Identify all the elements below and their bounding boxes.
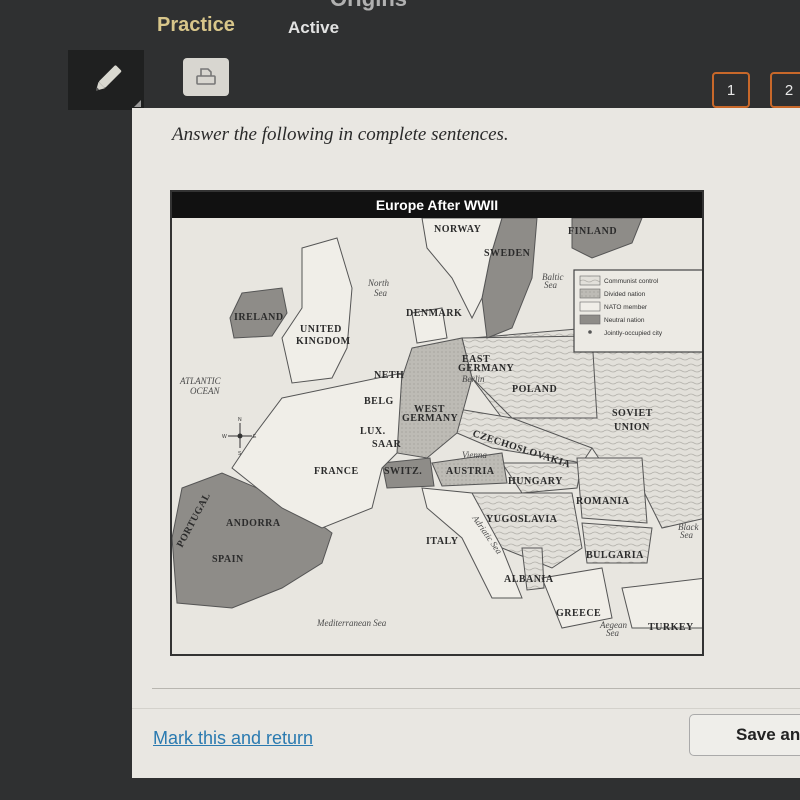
printer-icon	[196, 68, 216, 85]
label-soviet-2: UNION	[614, 422, 650, 433]
pencil-icon	[96, 65, 122, 91]
legend-label-communist: Communist control	[604, 278, 659, 285]
label-france: FRANCE	[314, 466, 359, 477]
lesson-title-fragment: Origins	[330, 0, 407, 12]
pencil-tool-button[interactable]	[68, 50, 144, 110]
tab-active[interactable]: Active	[288, 18, 339, 38]
label-soviet-1: SOVIET	[612, 408, 653, 419]
label-berlin: Berlin	[462, 374, 485, 384]
answer-divider	[152, 688, 800, 689]
legend-label-nato: NATO member	[604, 304, 648, 311]
label-denmark: DENMARK	[406, 308, 462, 319]
label-atlantic-1: ATLANTIC	[179, 376, 222, 386]
label-ireland: IRELAND	[234, 312, 284, 323]
label-vienna: Vienna	[462, 450, 487, 460]
label-black-sea-2: Sea	[680, 530, 693, 540]
label-aegean-2: Sea	[606, 628, 619, 638]
save-and-exit-button[interactable]: Save and Exit	[689, 714, 800, 756]
compass-n: N	[238, 417, 242, 423]
label-austria: AUSTRIA	[446, 466, 495, 477]
legend-label-jointly-occupied: Jointly-occupied city	[604, 330, 663, 337]
label-north-sea-1: North	[367, 278, 390, 288]
label-switz: SWITZ.	[384, 466, 422, 477]
label-east-germany-2: GERMANY	[458, 363, 515, 374]
map-canvas: NORWAY SWEDEN FINLAND DENMARK IRELAND UN…	[172, 218, 702, 654]
label-belg: BELG	[364, 396, 394, 407]
label-mediterranean: Mediterranean Sea	[316, 618, 387, 628]
label-italy: ITALY	[426, 536, 459, 547]
europe-map: Europe After WWII NORWAY SWEDEN FINLAND …	[170, 190, 704, 656]
label-neth: NETH	[374, 370, 404, 381]
label-uk-2: KINGDOM	[296, 336, 351, 347]
label-norway: NORWAY	[434, 224, 482, 235]
label-uk-1: UNITED	[300, 324, 342, 335]
label-hungary: HUNGARY	[508, 476, 563, 487]
map-title: Europe After WWII	[172, 192, 702, 218]
label-yugoslavia: YUGOSLAVIA	[486, 514, 558, 525]
label-bulgaria: BULGARIA	[586, 550, 644, 561]
legend-label-divided: Divided nation	[604, 291, 646, 298]
page-button-1[interactable]: 1	[712, 72, 750, 108]
legend-marker-jointly-occupied	[588, 330, 592, 334]
label-lux: LUX.	[360, 426, 386, 437]
print-button[interactable]	[183, 58, 229, 96]
label-north-sea-2: Sea	[374, 288, 387, 298]
label-andorra: ANDORRA	[226, 518, 281, 529]
label-turkey: TURKEY	[648, 622, 694, 633]
label-sweden: SWEDEN	[484, 248, 531, 259]
label-baltic-sea-2: Sea	[544, 280, 557, 290]
label-greece: GREECE	[556, 608, 601, 619]
romania-region	[576, 457, 648, 524]
label-romania: ROMANIA	[576, 496, 630, 507]
label-finland: FINLAND	[568, 226, 617, 237]
label-saar: SAAR	[372, 439, 402, 450]
mark-this-and-return-link[interactable]: Mark this and return	[153, 728, 313, 749]
label-spain: SPAIN	[212, 554, 244, 565]
legend-swatch-nato	[579, 301, 601, 312]
legend-label-neutral: Neutral nation	[604, 317, 645, 324]
tab-practice[interactable]: Practice	[157, 14, 235, 37]
legend-swatch-communist	[579, 275, 601, 286]
map-legend: Communist control Divided nation NATO me…	[573, 269, 702, 353]
footer-divider	[132, 708, 800, 709]
label-atlantic-2: OCEAN	[190, 386, 220, 396]
question-instructions: Answer the following in complete sentenc…	[172, 124, 509, 145]
expand-corner-icon	[134, 100, 141, 107]
legend-swatch-neutral	[579, 314, 601, 325]
label-poland: POLAND	[512, 384, 557, 395]
label-albania: ALBANIA	[504, 574, 554, 585]
label-west-germany-2: GERMANY	[402, 413, 459, 424]
legend-swatch-divided	[579, 288, 601, 299]
question-card: Answer the following in complete sentenc…	[132, 108, 800, 778]
page-button-2[interactable]: 2	[770, 72, 800, 108]
compass-w: W	[222, 434, 227, 440]
